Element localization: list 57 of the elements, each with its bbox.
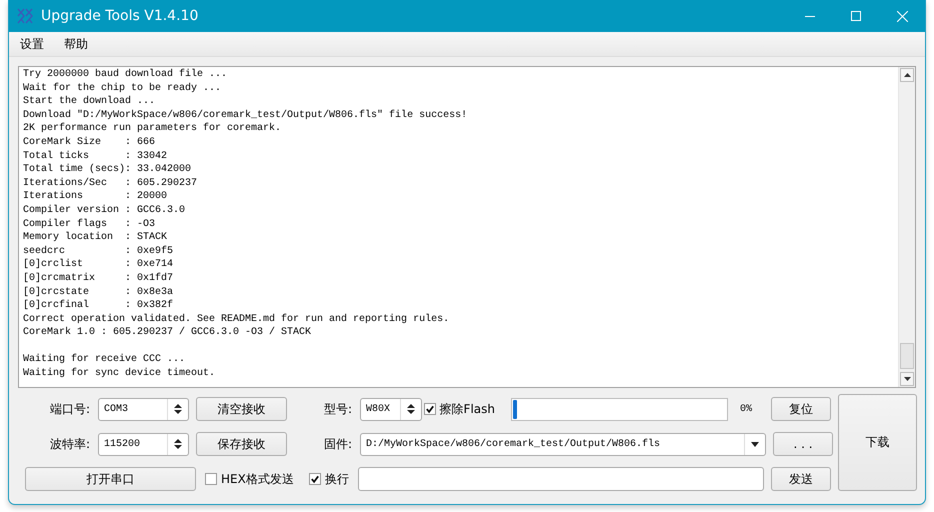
log-line: Memory location : STACK — [23, 231, 168, 245]
scroll-thumb[interactable] — [900, 343, 914, 369]
log-line: Total ticks : 33042 — [23, 150, 168, 164]
checkbox-label: 换行 — [324, 470, 349, 488]
log-line: Waiting for sync device timeout. — [23, 367, 216, 381]
send-field[interactable] — [358, 467, 764, 491]
log-line: [0]crcfinal : 0x382f — [23, 299, 174, 313]
menu-item[interactable]: 设置 — [13, 36, 51, 52]
log-line: CoreMark Size : 666 — [23, 136, 156, 150]
field-label: 端口号: — [48, 400, 91, 418]
model-combo[interactable]: W80X — [360, 398, 422, 420]
field-label: 固件: — [322, 436, 353, 452]
progress-reading: 0% — [738, 404, 753, 414]
log-line: Iterations/Sec : 605.290237 — [23, 176, 198, 190]
log-line: Download "D:/MyWorkSpace/w806/coremark_test/Output/W806.fls" file success! — [23, 108, 468, 122]
reset-button[interactable]: 复位 — [771, 397, 831, 421]
log-line: Waiting for receive CCC ... — [23, 353, 186, 368]
log-line: Start the download ... — [23, 95, 156, 109]
browse-button[interactable]: . . . — [773, 432, 833, 456]
checkbox[interactable] — [424, 403, 436, 415]
firmware-combo[interactable]: D:/MyWorkSpace/w806/coremark_test/Output/W806.fls — [360, 432, 766, 456]
dropdown-icon[interactable] — [751, 442, 759, 446]
log-line: [0]crcmatrix : 0x1fd7 — [23, 272, 174, 286]
log-line: Correct operation validated. See README.md for run and reporting rules. — [23, 312, 450, 326]
save-button[interactable]: 保存接收 — [196, 432, 287, 456]
field-label: 型号: — [322, 400, 353, 418]
scrollbar[interactable] — [898, 67, 915, 387]
log-line: CoreMark 1.0 : 605.290237 / GCC6.3.0 -O3 / STACK — [23, 326, 312, 340]
log-line: Try 2000000 baud download file ... — [23, 68, 228, 82]
baud-combo[interactable]: 115200 — [98, 432, 189, 456]
checkbox[interactable] — [205, 473, 217, 485]
open-port-button[interactable]: 打开串口 — [25, 467, 196, 491]
field-label: 波特率: — [48, 436, 91, 452]
window-title: Upgrade Tools V1.4.10 — [41, 8, 198, 24]
checkbox[interactable] — [308, 473, 321, 485]
spinner-icon[interactable] — [174, 403, 182, 415]
log-line: Compiler version : GCC6.3.0 — [23, 204, 186, 218]
log-line: Iterations : 20000 — [23, 190, 168, 204]
port-combo[interactable]: COM3 — [98, 398, 189, 420]
clear-button[interactable]: 清空接收 — [196, 397, 287, 421]
menu-item[interactable]: 帮助 — [57, 36, 95, 52]
scroll-down-icon[interactable] — [904, 377, 910, 381]
checkbox-label: HEX格式发送 — [221, 470, 294, 488]
log-line: Compiler flags : -O3 — [23, 218, 156, 232]
log-line: 2K performance run parameters for coremark. — [23, 122, 282, 136]
log-line: [0]crclist : 0xe714 — [23, 258, 174, 272]
spinner-icon[interactable] — [407, 403, 415, 415]
log-line: Total time (secs): 33.042000 — [23, 163, 192, 177]
scroll-up-icon[interactable] — [904, 73, 910, 77]
log-line: [0]crcstate : 0x8e3a — [23, 286, 174, 300]
spinner-icon[interactable] — [174, 438, 182, 450]
logo-icon — [17, 8, 33, 24]
log-line: seedcrc : 0xe9f5 — [23, 244, 174, 258]
checkbox-label: 擦除Flash — [440, 400, 495, 418]
download-button[interactable]: 下载 — [838, 394, 917, 491]
send-button[interactable]: 发送 — [771, 467, 831, 491]
log-line: Wait for the chip to be ready ... — [23, 82, 222, 96]
